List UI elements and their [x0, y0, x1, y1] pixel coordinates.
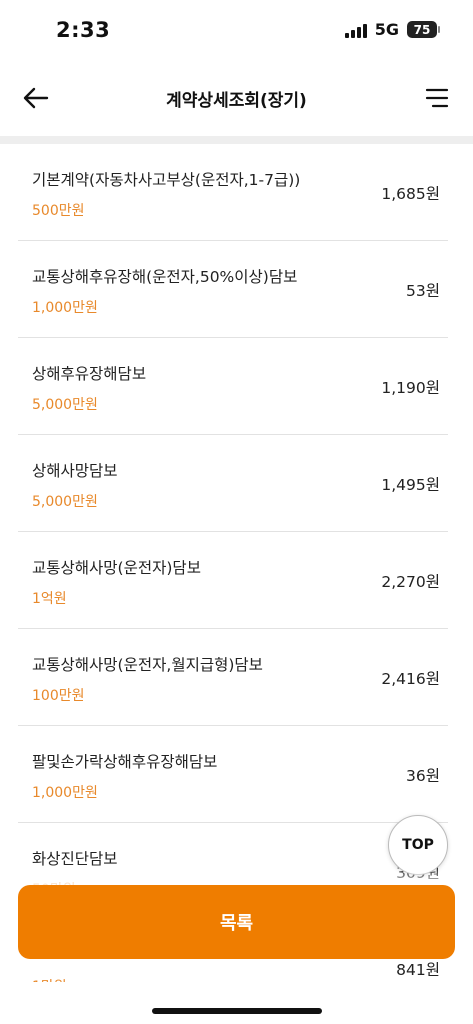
page-title: 계약상세조회(장기)	[166, 91, 307, 111]
coverage-name: 상해사망담보	[32, 462, 118, 480]
coverage-name: 기본계약(자동차사고부상(운전자,1-7급))	[32, 171, 301, 189]
coverage-amount: 100만원	[32, 688, 85, 704]
hamburger-menu-icon	[425, 88, 449, 108]
scroll-top-button[interactable]: TOP	[388, 815, 448, 875]
coverage-name: 팔및손가락상해후유장해담보	[32, 753, 218, 771]
coverage-amount: 500만원	[32, 203, 85, 219]
coverage-amount: 1억원	[32, 591, 67, 607]
coverage-price: 53원	[406, 282, 440, 300]
battery-icon: 75	[407, 21, 440, 38]
coverage-price: 1,685원	[381, 185, 440, 203]
bottom-safe-area	[0, 982, 473, 1024]
network-label: 5G	[374, 20, 399, 39]
coverage-amount: 5,000만원	[32, 494, 98, 510]
coverage-price: 36원	[406, 767, 440, 785]
coverage-name: 화상진단담보	[32, 850, 118, 868]
home-indicator	[152, 1008, 322, 1014]
signal-icon	[344, 22, 367, 38]
header: 계약상세조회(장기)	[0, 70, 473, 126]
coverage-amount: 5,000만원	[32, 397, 98, 413]
menu-button[interactable]	[421, 82, 453, 114]
list-item: 교통상해후유장해(운전자,50%이상)담보 1,000만원 53원	[18, 241, 448, 338]
coverage-price: 1,190원	[381, 379, 440, 397]
list-item: 상해후유장해담보 5,000만원 1,190원	[18, 338, 448, 435]
battery-level: 75	[413, 22, 431, 37]
list-item: 교통상해사망(운전자)담보 1억원 2,270원	[18, 532, 448, 629]
list-item: 교통상해사망(운전자,월지급형)담보 100만원 2,416원	[18, 629, 448, 726]
list-button[interactable]: 목록	[18, 885, 455, 959]
list-item: 기본계약(자동차사고부상(운전자,1-7급)) 500만원 1,685원	[18, 144, 448, 241]
coverage-name: 상해후유장해담보	[32, 365, 147, 383]
coverage-name: 교통상해후유장해(운전자,50%이상)담보	[32, 268, 298, 286]
coverage-price: 2,416원	[381, 670, 440, 688]
coverage-price: 2,270원	[381, 573, 440, 591]
coverage-name: 교통상해사망(운전자,월지급형)담보	[32, 656, 263, 674]
status-indicators: 5G 75	[344, 20, 440, 39]
section-divider	[0, 136, 473, 144]
coverage-amount: 1,000만원	[32, 300, 98, 316]
list-item: 상해사망담보 5,000만원 1,495원	[18, 435, 448, 532]
coverage-price: 841원	[396, 961, 440, 979]
coverage-amount: 1,000만원	[32, 785, 98, 801]
status-bar: 2:33 5G 75	[0, 0, 473, 62]
status-time: 2:33	[56, 18, 111, 42]
coverage-name: 교통상해사망(운전자)담보	[32, 559, 201, 577]
coverage-price: 1,495원	[381, 476, 440, 494]
list-item: 팔및손가락상해후유장해담보 1,000만원 36원	[18, 726, 448, 823]
